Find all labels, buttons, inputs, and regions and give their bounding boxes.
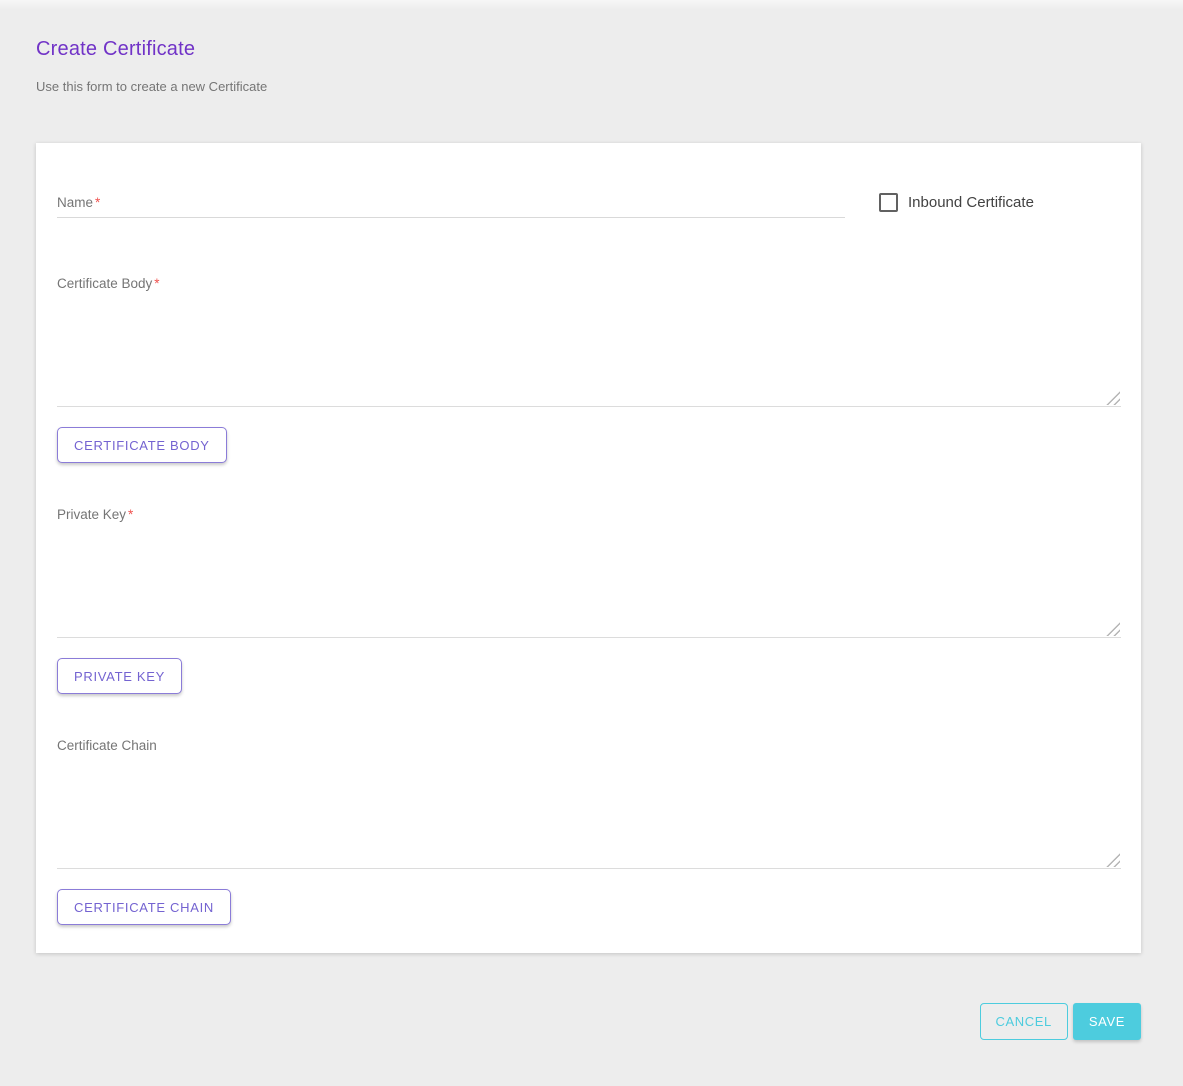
private-key-textarea-wrap bbox=[57, 526, 1121, 638]
page-title: Create Certificate bbox=[36, 38, 1141, 61]
name-row: Name* Inbound Certificate bbox=[57, 191, 1121, 218]
certificate-chain-section: Certificate Chain CERTIFICATE CHAIN bbox=[57, 738, 1121, 925]
certificate-body-section: Certificate Body* CERTIFICATE BODY bbox=[57, 276, 1121, 463]
private-key-textarea[interactable] bbox=[57, 526, 1121, 638]
private-key-section: Private Key* PRIVATE KEY bbox=[57, 507, 1121, 694]
certificate-chain-label: Certificate Chain bbox=[57, 738, 1121, 753]
inbound-certificate-label: Inbound Certificate bbox=[908, 194, 1034, 211]
required-asterisk: * bbox=[154, 276, 159, 291]
checkbox-icon[interactable] bbox=[879, 193, 898, 212]
certificate-body-upload-button[interactable]: CERTIFICATE BODY bbox=[57, 427, 227, 463]
certificate-form-card: Name* Inbound Certificate Certificate Bo… bbox=[36, 143, 1141, 953]
certificate-body-textarea[interactable] bbox=[57, 295, 1121, 407]
private-key-upload-button[interactable]: PRIVATE KEY bbox=[57, 658, 182, 694]
page-subtitle: Use this form to create a new Certificat… bbox=[36, 79, 1141, 94]
inbound-certificate-checkbox[interactable]: Inbound Certificate bbox=[879, 191, 1121, 212]
cancel-button[interactable]: CANCEL bbox=[980, 1003, 1068, 1040]
certificate-chain-textarea[interactable] bbox=[57, 757, 1121, 869]
name-field: Name* bbox=[57, 191, 845, 218]
save-button[interactable]: SAVE bbox=[1073, 1003, 1141, 1040]
certificate-body-textarea-wrap bbox=[57, 295, 1121, 407]
footer-actions: CANCEL SAVE bbox=[0, 1003, 1141, 1040]
private-key-label: Private Key* bbox=[57, 507, 1121, 522]
page-header: Create Certificate Use this form to crea… bbox=[0, 0, 1183, 94]
certificate-chain-upload-button[interactable]: CERTIFICATE CHAIN bbox=[57, 889, 231, 925]
certificate-chain-textarea-wrap bbox=[57, 757, 1121, 869]
certificate-body-label: Certificate Body* bbox=[57, 276, 1121, 291]
required-asterisk: * bbox=[128, 507, 133, 522]
name-input[interactable] bbox=[57, 191, 845, 217]
